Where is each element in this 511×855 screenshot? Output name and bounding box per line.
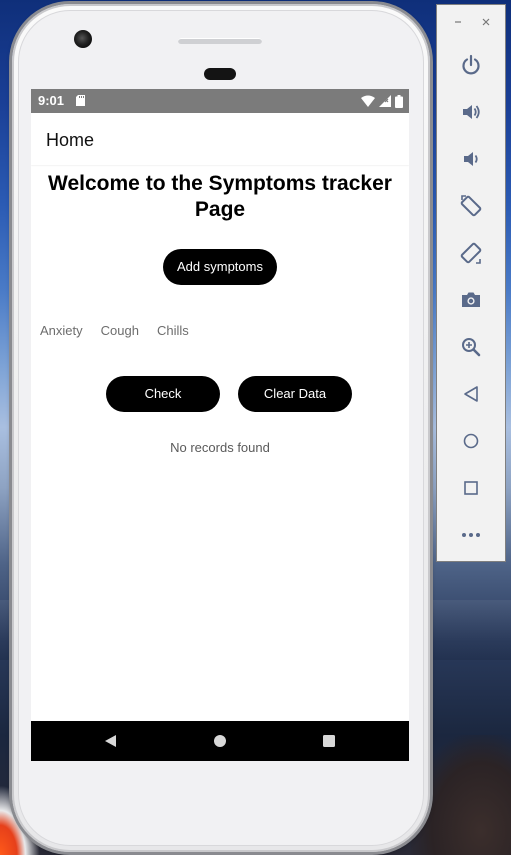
add-symptoms-button[interactable]: Add symptoms: [163, 249, 277, 285]
power-button[interactable]: [454, 48, 488, 82]
close-button[interactable]: [479, 15, 493, 29]
overview-button[interactable]: [454, 471, 488, 505]
proximity-sensor: [204, 68, 236, 80]
triangle-back-icon: [105, 735, 116, 747]
sd-card-icon: [76, 95, 85, 106]
clear-data-button[interactable]: Clear Data: [238, 376, 352, 412]
rotate-left-icon: [460, 195, 482, 217]
close-icon: [482, 18, 490, 26]
rotate-right-icon: [460, 242, 482, 264]
android-nav-bar: [31, 721, 409, 761]
more-icon: [462, 533, 480, 537]
screenshot-button[interactable]: [454, 283, 488, 317]
minimize-button[interactable]: [451, 15, 465, 29]
power-icon: [462, 54, 480, 75]
volume-up-button[interactable]: [454, 95, 488, 129]
status-time: 9:01: [38, 93, 65, 108]
check-button[interactable]: Check: [106, 376, 220, 412]
battery-icon: [395, 94, 403, 108]
rotate-right-button[interactable]: [454, 236, 488, 270]
nav-recent-apps-button[interactable]: [309, 721, 349, 761]
status-bar: 9:01: [31, 89, 409, 113]
rotate-left-button[interactable]: [454, 189, 488, 223]
more-button[interactable]: [454, 518, 488, 552]
volume-up-icon: [463, 105, 480, 119]
minimize-icon: [455, 21, 461, 23]
square-recent-apps-icon: [323, 735, 335, 747]
empty-records-message: No records found: [170, 440, 270, 455]
back-icon: [464, 386, 478, 402]
desktop-background: 9:01 Home Welcome to the Symptoms tracke…: [0, 0, 511, 855]
status-icons: [361, 94, 403, 108]
nav-home-button[interactable]: [200, 721, 240, 761]
app-bar-title: Home: [46, 130, 95, 150]
back-button[interactable]: [454, 377, 488, 411]
volume-down-button[interactable]: [454, 142, 488, 176]
front-camera-icon: [74, 30, 92, 48]
zoom-button[interactable]: [454, 330, 488, 364]
welcome-heading: Welcome to the Symptoms tracker Page: [48, 172, 392, 221]
nav-back-button[interactable]: [90, 721, 130, 761]
symptom-item: Chills: [156, 323, 189, 338]
symptom-list: Anxiety Cough Chills: [40, 323, 189, 339]
home-button[interactable]: [454, 424, 488, 458]
phone-screen: 9:01 Home Welcome to the Symptoms tracke…: [31, 89, 409, 761]
circle-home-icon: [214, 735, 226, 747]
cell-signal-icon: [379, 95, 391, 107]
symptom-item: Cough: [100, 323, 139, 338]
volume-down-icon: [464, 152, 478, 166]
zoom-icon: [462, 338, 481, 357]
wifi-icon: [361, 95, 375, 107]
emulator-toolbar: [436, 4, 506, 562]
main-content: Welcome to the Symptoms tracker Page Add…: [31, 165, 409, 721]
home-icon: [463, 433, 479, 449]
speaker-grille: [178, 38, 262, 44]
app-bar: Home: [31, 113, 409, 165]
overview-icon: [464, 481, 478, 495]
phone-frame: 9:01 Home Welcome to the Symptoms tracke…: [12, 4, 430, 852]
symptom-item: Anxiety: [40, 323, 83, 338]
camera-icon: [462, 292, 480, 307]
